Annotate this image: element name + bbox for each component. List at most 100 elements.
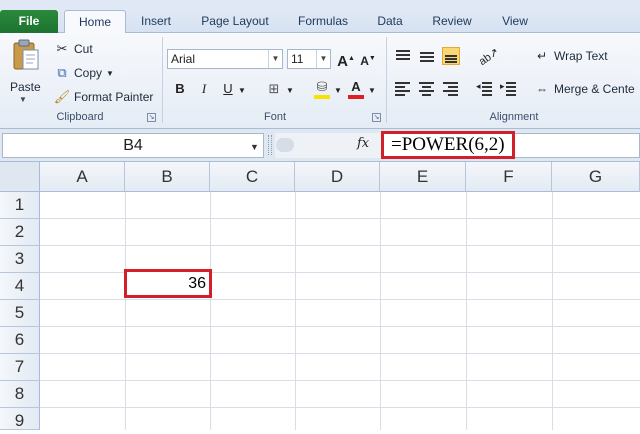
formula-buttons: fx: [275, 133, 382, 158]
copy-icon: ⧉: [57, 65, 67, 80]
formula-value-highlighted[interactable]: =POWER(6,2): [381, 131, 515, 159]
row-header-4[interactable]: 4: [0, 273, 40, 300]
row-header-2[interactable]: 2: [0, 219, 40, 246]
wrap-text-button[interactable]: ↵ Wrap Text: [534, 46, 608, 66]
orientation-button[interactable]: ab↗: [474, 45, 504, 69]
underline-button[interactable]: U: [218, 79, 238, 99]
row-header-7[interactable]: 7: [0, 354, 40, 381]
name-box-value: B4: [123, 137, 143, 154]
ribbon-tab-strip: File Home Insert Page Layout Formulas Da…: [0, 0, 640, 34]
gridline: [466, 192, 467, 430]
italic-button[interactable]: I: [194, 79, 214, 99]
tab-home[interactable]: Home: [64, 10, 126, 34]
name-box[interactable]: B4: [2, 133, 264, 158]
increase-indent-button[interactable]: ▸: [500, 79, 518, 97]
font-name-select[interactable]: Arial ▼: [167, 49, 283, 69]
column-header-f[interactable]: F: [466, 162, 552, 192]
cell-b4-selected[interactable]: 36: [124, 269, 212, 298]
gridline: [40, 326, 640, 327]
align-top-button[interactable]: [394, 47, 412, 65]
chevron-down-icon[interactable]: ▼: [250, 142, 259, 152]
scissors-icon: ✂: [56, 41, 68, 56]
chevron-down-icon: ▼: [316, 50, 330, 68]
font-color-button[interactable]: A: [346, 77, 366, 99]
shrink-font-label: A: [360, 54, 369, 68]
clipboard-group-label: Clipboard: [56, 111, 104, 123]
alignment-group-label: Alignment: [489, 111, 539, 123]
column-header-g[interactable]: G: [552, 162, 640, 192]
indent-arrow-right-icon: ▸: [500, 81, 505, 91]
formula-bar-splitter[interactable]: [268, 135, 272, 155]
tab-review[interactable]: Review: [424, 10, 480, 33]
row-header-8[interactable]: 8: [0, 381, 40, 408]
column-header-c[interactable]: C: [210, 162, 295, 192]
font-color-swatch: [348, 95, 364, 99]
gridline: [125, 192, 126, 430]
copy-dropdown-arrow[interactable]: ▼: [106, 69, 114, 78]
worksheet-grid: A B C D E F G 1 2 3 4 5 6 7 8 9 36: [0, 162, 640, 430]
gridline: [40, 245, 640, 246]
tab-insert[interactable]: Insert: [130, 10, 182, 33]
ribbon: Paste ▼ ✂ Cut ⧉ Copy ▼ 🖌 Format Painter …: [0, 33, 640, 129]
row-header-3[interactable]: 3: [0, 246, 40, 273]
borders-button[interactable]: ⊞: [264, 79, 284, 99]
select-all-corner[interactable]: [0, 162, 40, 192]
font-size-value: 11: [291, 52, 304, 66]
tab-data[interactable]: Data: [368, 10, 412, 33]
font-group-label: Font: [263, 111, 286, 123]
format-painter-button[interactable]: 🖌 Format Painter: [54, 87, 154, 107]
copy-button[interactable]: ⧉ Copy ▼: [54, 63, 114, 83]
chevron-down-icon: ▼: [268, 50, 282, 68]
tab-formulas[interactable]: Formulas: [290, 10, 356, 33]
font-size-select[interactable]: 11 ▼: [287, 49, 331, 69]
indent-arrow-left-icon: ◂: [476, 81, 481, 91]
row-header-6[interactable]: 6: [0, 327, 40, 354]
gridline: [380, 192, 381, 430]
align-middle-button[interactable]: [418, 47, 436, 65]
font-launcher-icon[interactable]: ↘: [372, 113, 381, 122]
insert-function-button[interactable]: fx: [357, 136, 369, 151]
row-header-5[interactable]: 5: [0, 300, 40, 327]
tab-file[interactable]: File: [0, 10, 58, 33]
gridline: [40, 299, 640, 300]
row-header-1[interactable]: 1: [0, 192, 40, 219]
tab-page-layout[interactable]: Page Layout: [192, 10, 278, 33]
clipboard-launcher-icon[interactable]: ↘: [147, 113, 156, 122]
column-header-e[interactable]: E: [380, 162, 466, 192]
shrink-font-button[interactable]: A▼: [358, 49, 378, 69]
gridline: [40, 218, 640, 219]
gridline: [552, 192, 553, 430]
fill-color-button[interactable]: ⛁: [312, 77, 332, 99]
gridline: [40, 407, 640, 408]
group-divider: [386, 37, 387, 123]
merge-center-label: Merge & Cente: [554, 82, 635, 96]
decrease-indent-button[interactable]: ◂: [476, 79, 494, 97]
row-header-9[interactable]: 9: [0, 408, 40, 430]
merge-center-button[interactable]: ⇔ Merge & Cente: [534, 79, 635, 99]
cut-button[interactable]: ✂ Cut: [54, 39, 93, 59]
copy-label: Copy: [74, 66, 103, 80]
font-color-dropdown-arrow[interactable]: ▼: [368, 86, 376, 95]
format-painter-label: Format Painter: [74, 90, 154, 104]
paste-button[interactable]: Paste: [10, 77, 41, 97]
align-center-button[interactable]: [418, 79, 436, 97]
text-orientation-icon: ab↗: [476, 45, 502, 69]
grow-font-button[interactable]: A▲: [336, 49, 356, 70]
column-header-b[interactable]: B: [125, 162, 210, 192]
font-name-value: Arial: [171, 52, 196, 66]
bold-button[interactable]: B: [170, 79, 190, 99]
align-right-button[interactable]: [442, 79, 460, 97]
paste-icon[interactable]: [12, 39, 40, 71]
paint-bucket-icon: ⛁: [316, 79, 328, 94]
column-header-a[interactable]: A: [40, 162, 125, 192]
paste-dropdown-arrow[interactable]: ▼: [19, 95, 27, 104]
borders-dropdown-arrow[interactable]: ▼: [286, 86, 294, 95]
formula-cancel-button[interactable]: [276, 138, 294, 152]
align-left-button[interactable]: [394, 79, 412, 97]
tab-view[interactable]: View: [492, 10, 538, 33]
column-header-d[interactable]: D: [295, 162, 380, 192]
fill-color-dropdown-arrow[interactable]: ▼: [334, 86, 342, 95]
wrap-text-icon: ↵: [536, 49, 548, 63]
underline-dropdown-arrow[interactable]: ▼: [238, 86, 246, 95]
align-bottom-button[interactable]: [442, 47, 460, 65]
